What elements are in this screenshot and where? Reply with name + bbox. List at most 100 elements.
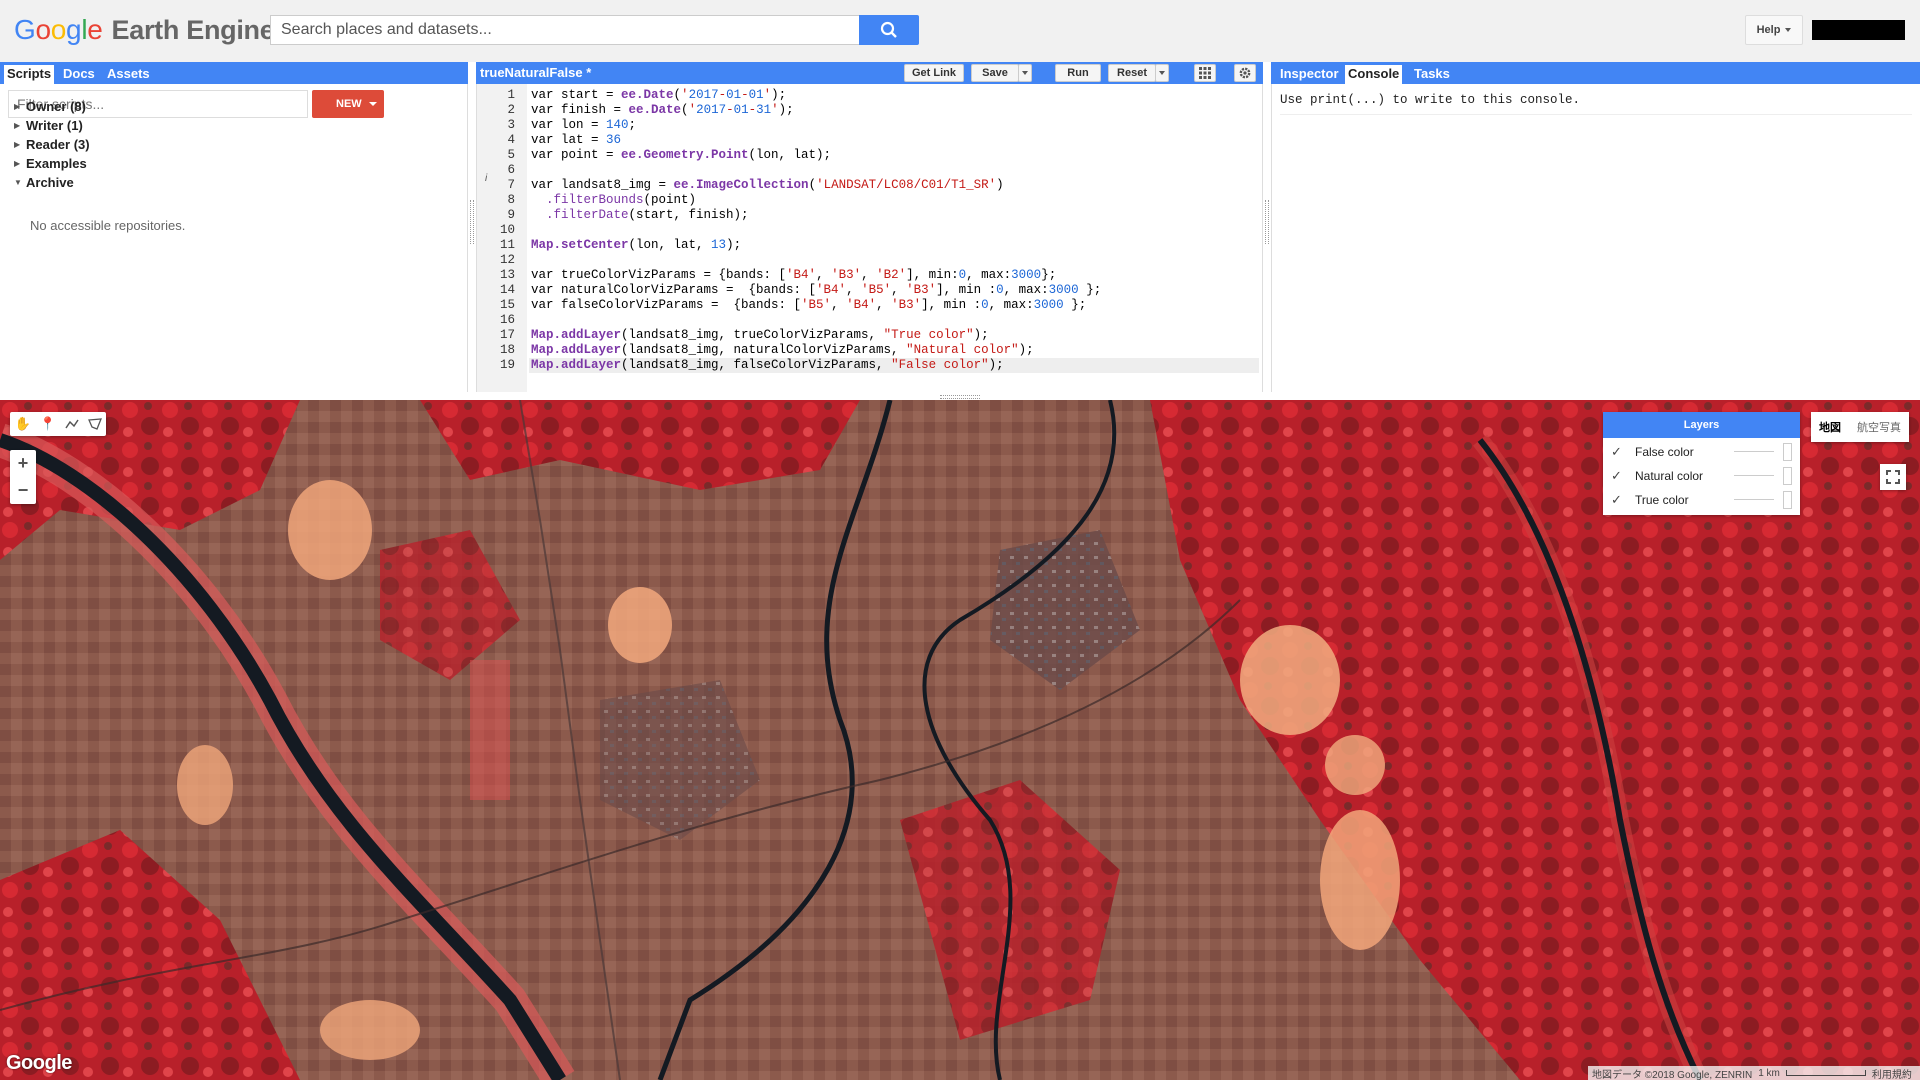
google-watermark: Google	[6, 1052, 72, 1074]
save-dropdown-button[interactable]	[1018, 64, 1032, 82]
tab-assets[interactable]: Assets	[104, 65, 153, 84]
zoom-in-button[interactable]: +	[10, 450, 36, 477]
code-line[interactable]: Map.addLayer(landsat8_img, trueColorVizP…	[531, 328, 989, 343]
script-title: trueNaturalFalse *	[480, 65, 592, 80]
scripts-panel: Filter scripts... NEW ▶ Owner (8) ▶ Writer…	[0, 62, 468, 392]
tab-inspector[interactable]: Inspector	[1277, 65, 1342, 84]
console-panel: Use print(...) to write to this console.	[1271, 62, 1920, 392]
code-editor-panel: 1 2 3 4 5 6 7 8 9 10 11 12 13 14 15 16 17 18 19 var start …	[476, 62, 1263, 392]
help-button[interactable]: Help	[1745, 15, 1803, 45]
code-line[interactable]: Map.addLayer(landsat8_img, naturalColorV…	[531, 343, 1034, 358]
logo-letter: e	[87, 14, 103, 45]
account-avatar[interactable]	[1812, 20, 1905, 40]
reset-dropdown-button[interactable]	[1155, 64, 1169, 82]
layer-checkbox[interactable]: ✓	[1611, 468, 1625, 484]
attribution-text[interactable]: 地図データ ©2018 Google, ZENRIN	[1592, 1066, 1752, 1080]
line-number: 7	[507, 178, 515, 192]
tab-console[interactable]: Console	[1345, 65, 1403, 84]
line-number-gutter: 1 2 3 4 5 6 7 8 9 10 11 12 13 14 15 16 17 18 19	[477, 84, 527, 392]
code-editor[interactable]: var start = ee.Date('2017-01-01'); var fi…	[529, 84, 1262, 392]
code-line[interactable]: var point = ee.Geometry.Point(lon, lat);	[531, 148, 831, 163]
pan-hand-icon[interactable]: ✋	[14, 416, 30, 432]
tree-item-archive[interactable]: ▼ Archive	[14, 175, 74, 190]
marker-icon[interactable]: 📍	[40, 416, 56, 432]
save-button[interactable]: Save	[971, 64, 1019, 82]
code-line[interactable]: var trueColorVizParams = {bands: ['B4', …	[531, 268, 1056, 283]
opacity-slider-track[interactable]	[1734, 475, 1774, 476]
caret-right-icon: ▶	[14, 121, 21, 130]
help-label: Help	[1756, 24, 1781, 36]
code-line[interactable]: var lat = 36	[531, 133, 621, 148]
gear-icon	[1239, 67, 1251, 79]
terms-link[interactable]: 利用規約	[1872, 1066, 1912, 1080]
line-number: 11	[499, 238, 515, 252]
panel-resize-handle[interactable]	[1265, 200, 1269, 244]
apps-grid-button[interactable]	[1194, 64, 1216, 82]
line-number: 19	[499, 358, 515, 372]
line-number: 15	[499, 298, 515, 312]
chevron-down-icon	[1159, 71, 1165, 75]
scale-label[interactable]: 1 km	[1758, 1068, 1780, 1079]
reset-button[interactable]: Reset	[1108, 64, 1156, 82]
save-label: Save	[982, 67, 1008, 79]
scripts-tab-bar: Scripts Docs Assets	[0, 62, 468, 84]
code-line[interactable]: .filterBounds(point)	[531, 193, 696, 208]
panel-resize-handle[interactable]	[470, 200, 474, 244]
search-button[interactable]	[859, 15, 919, 45]
layer-checkbox[interactable]: ✓	[1611, 492, 1625, 508]
code-line[interactable]: var naturalColorVizParams = {bands: ['B4…	[531, 283, 1101, 298]
run-button[interactable]: Run	[1055, 64, 1101, 82]
tab-scripts[interactable]: Scripts	[4, 65, 55, 84]
zoom-out-button[interactable]: −	[10, 477, 36, 504]
opacity-slider-thumb[interactable]	[1783, 443, 1792, 461]
line-number: 16	[499, 313, 515, 327]
info-icon[interactable]: i	[485, 173, 487, 184]
map-view[interactable]: ✋ 📍 + − Layers ✓ False color ✓ Natural c…	[0, 400, 1920, 1080]
map-resize-handle[interactable]	[940, 395, 980, 399]
opacity-slider-track[interactable]	[1734, 499, 1774, 500]
run-label: Run	[1067, 67, 1089, 79]
layer-checkbox[interactable]: ✓	[1611, 444, 1625, 460]
code-line[interactable]: var finish = ee.Date('2017-01-31');	[531, 103, 794, 118]
get-link-button[interactable]: Get Link	[904, 64, 964, 82]
tree-item-examples[interactable]: ▶ Examples	[14, 156, 87, 171]
zoom-control: + −	[10, 450, 36, 504]
code-line[interactable]: .filterDate(start, finish);	[531, 208, 749, 223]
layer-row-false-color: ✓ False color	[1603, 440, 1800, 464]
map-type-satellite[interactable]: 航空写真	[1849, 419, 1909, 435]
tree-item-reader[interactable]: ▶ Reader (3)	[14, 137, 90, 152]
code-line[interactable]: Map.addLayer(landsat8_img, falseColorViz…	[529, 358, 1259, 373]
layer-name: False color	[1635, 445, 1694, 459]
polygon-icon[interactable]	[87, 418, 102, 430]
archive-empty-message: No accessible repositories.	[30, 218, 186, 233]
code-line[interactable]: var lon = 140;	[531, 118, 636, 133]
earth-engine-logo[interactable]: Google Earth Engine	[14, 14, 275, 50]
tree-item-label: Examples	[26, 156, 87, 171]
opacity-slider-thumb[interactable]	[1783, 467, 1792, 485]
tree-item-owner[interactable]: ▶ Owner (8)	[14, 99, 86, 114]
opacity-slider-thumb[interactable]	[1783, 491, 1792, 509]
code-line[interactable]: Map.setCenter(lon, lat, 13);	[531, 238, 741, 253]
opacity-slider-track[interactable]	[1734, 451, 1774, 452]
tree-item-writer[interactable]: ▶ Writer (1)	[14, 118, 83, 133]
divider	[1280, 114, 1912, 115]
search-input[interactable]: Search places and datasets...	[270, 15, 860, 45]
settings-button[interactable]	[1234, 64, 1256, 82]
chevron-down-icon	[1785, 28, 1792, 32]
tree-item-label: Reader (3)	[26, 137, 90, 152]
fullscreen-icon	[1886, 470, 1900, 484]
tab-tasks[interactable]: Tasks	[1411, 65, 1453, 84]
fullscreen-button[interactable]	[1880, 464, 1906, 490]
search-placeholder: Search places and datasets...	[281, 21, 492, 38]
code-line[interactable]: var falseColorVizParams = {bands: ['B5',…	[531, 298, 1086, 313]
new-script-button[interactable]: NEW	[312, 90, 384, 118]
tab-docs[interactable]: Docs	[60, 65, 98, 84]
map-drawing-tools: ✋ 📍	[10, 412, 106, 436]
line-number: 12	[499, 253, 515, 267]
polyline-icon[interactable]	[65, 418, 79, 430]
code-line[interactable]: var landsat8_img = ee.ImageCollection('L…	[531, 178, 1004, 193]
layers-title[interactable]: Layers	[1603, 412, 1800, 438]
line-number: 8	[507, 193, 515, 207]
map-type-map[interactable]: 地図	[1811, 419, 1849, 435]
code-line[interactable]: var start = ee.Date('2017-01-01');	[531, 88, 786, 103]
